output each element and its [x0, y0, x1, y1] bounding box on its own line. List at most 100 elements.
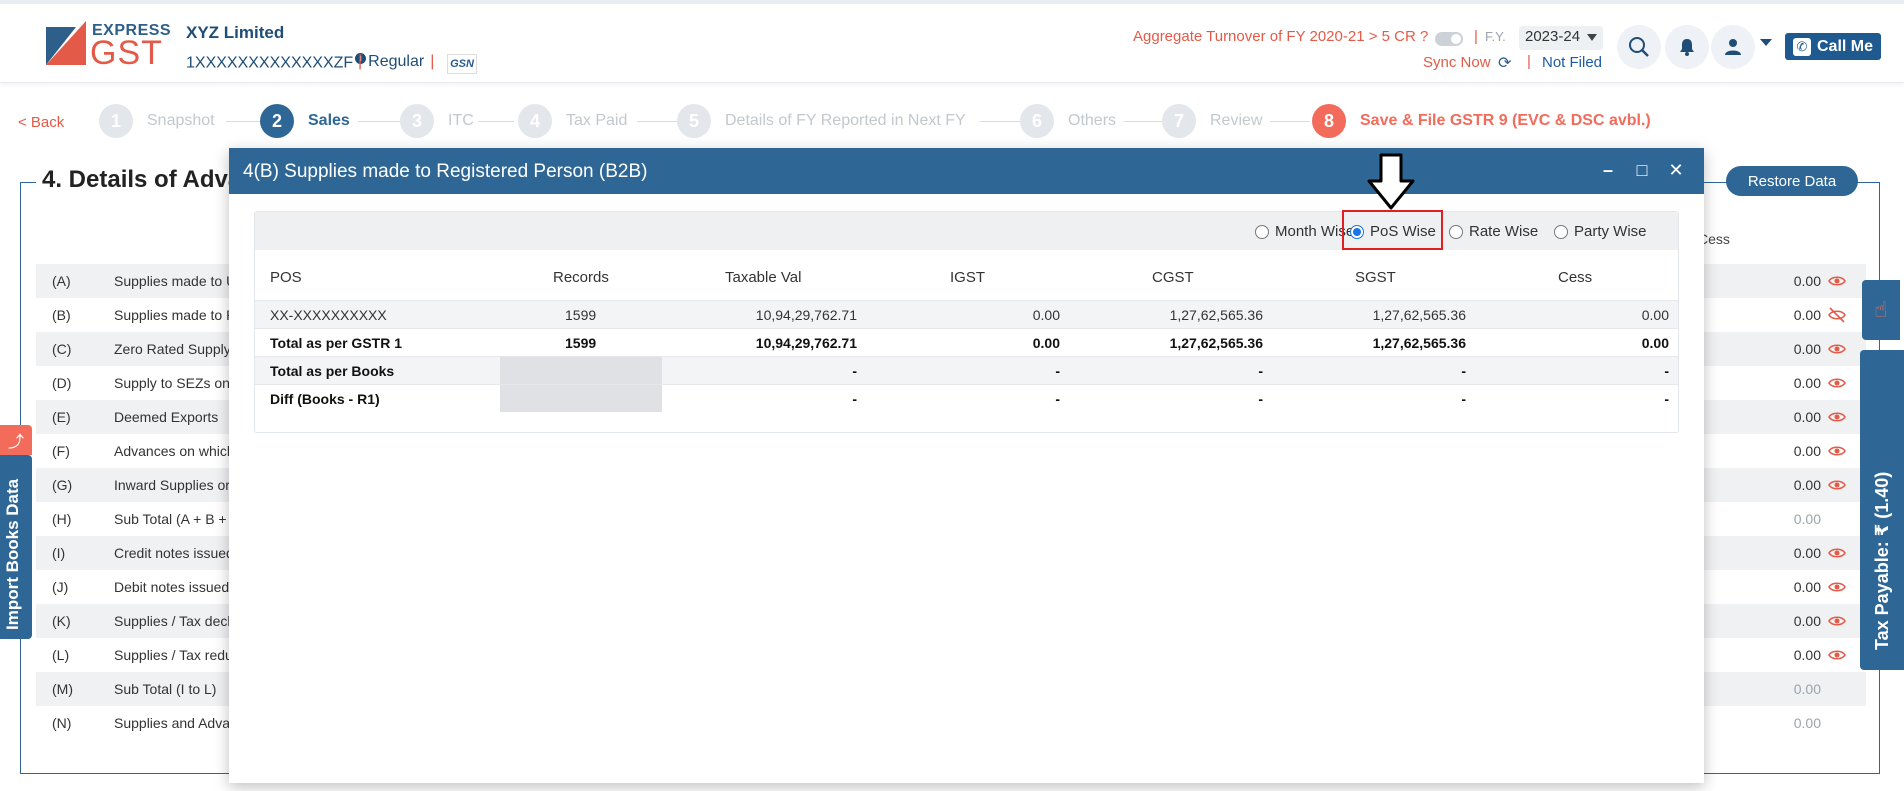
gsn-logo-icon[interactable]: GSN — [447, 54, 477, 74]
back-link[interactable]: < Back — [18, 114, 64, 131]
sync-now-link[interactable]: Sync Now — [1423, 54, 1491, 71]
refresh-icon[interactable]: ⟳ — [1498, 53, 1511, 73]
table-row: XX-XXXXXXXXXX 1599 10,94,29,762.71 0.00 … — [255, 300, 1678, 328]
cell-cess: - — [1664, 391, 1669, 407]
gstin: 1XXXXXXXXXXXXXZF i — [186, 53, 367, 72]
step-number: 5 — [677, 104, 711, 138]
eye-icon[interactable] — [1828, 375, 1846, 391]
tax-payable-tab[interactable]: Tax Payable: ₹ (1.40) — [1860, 350, 1904, 670]
step-label: ITC — [448, 112, 474, 129]
row-description: Supply to SEZs on — [114, 375, 230, 391]
cell-sgst: 1,27,62,565.36 — [1372, 307, 1466, 323]
step-next-fy-details[interactable]: 5 Details of FY Reported in Next FY — [677, 104, 966, 138]
step-tax-paid[interactable]: 4 Tax Paid — [518, 104, 627, 138]
step-number: 3 — [400, 104, 434, 138]
caret-down-icon — [1587, 34, 1597, 41]
eye-icon[interactable] — [1828, 613, 1846, 629]
cell-taxable: - — [852, 391, 857, 407]
step-label: Save & File GSTR 9 (EVC & DSC avbl.) — [1360, 112, 1651, 129]
minimize-button[interactable]: – — [1596, 158, 1620, 182]
eye-icon[interactable] — [1828, 443, 1846, 459]
row-cess-value: 0.00 — [1793, 647, 1821, 663]
step-label: Sales — [308, 112, 350, 129]
tax-payable-label: Tax Payable: ₹ (1.40) — [1872, 471, 1892, 650]
row-cess-value: 0.00 — [1793, 375, 1821, 391]
column-header-records: Records — [553, 269, 609, 286]
cell-records: 1599 — [565, 307, 597, 323]
eye-icon[interactable] — [1828, 545, 1846, 561]
eye-icon[interactable] — [1828, 273, 1846, 289]
step-number: 4 — [518, 104, 552, 138]
filing-status[interactable]: Not Filed — [1542, 54, 1602, 71]
restore-data-button[interactable]: Restore Data — [1726, 166, 1858, 196]
cell-cess: - — [1664, 363, 1669, 379]
cell-pos: Total as per GSTR 1 — [270, 335, 402, 351]
row-description: Debit notes issued — [114, 579, 230, 595]
search-gstin-button[interactable] — [1617, 25, 1661, 69]
step-number: 7 — [1162, 104, 1196, 138]
maximize-button[interactable]: □ — [1630, 158, 1654, 182]
records-input-cell[interactable] — [500, 357, 662, 384]
import-books-icon[interactable]: ⤴ — [0, 425, 32, 455]
notifications-button[interactable] — [1665, 25, 1709, 69]
taxpayer-type: | Regular | — [352, 53, 440, 71]
records-input-cell[interactable] — [500, 385, 662, 412]
row-description: Sub Total (I to L) — [114, 681, 217, 697]
step-connector — [358, 121, 400, 122]
cell-pos: XX-XXXXXXXXXX — [270, 307, 387, 323]
call-me-button[interactable]: ✆ Call Me — [1785, 33, 1881, 60]
cell-igst: - — [1055, 391, 1060, 407]
row-description: Credit notes issued — [114, 545, 234, 561]
cell-sgst: - — [1461, 363, 1466, 379]
eye-icon[interactable] — [1828, 477, 1846, 493]
cell-pos: Total as per Books — [270, 363, 395, 379]
turnover-toggle[interactable] — [1435, 32, 1463, 46]
step-label: Others — [1068, 112, 1117, 129]
row-code: (F) — [52, 443, 70, 459]
cell-sgst: 1,27,62,565.36 — [1372, 335, 1466, 351]
cell-cgst: 1,27,62,565.36 — [1169, 335, 1263, 351]
bell-icon — [1680, 39, 1694, 56]
eye-icon[interactable] — [1828, 647, 1846, 663]
step-snapshot[interactable]: 1 Snapshot — [99, 104, 215, 138]
radio-label: Party Wise — [1574, 223, 1647, 240]
import-books-tab[interactable]: Import Books Data — [0, 455, 32, 639]
row-cess-value: 0.00 — [1793, 579, 1821, 595]
step-others[interactable]: 6 Others — [1020, 104, 1116, 138]
step-review[interactable]: 7 Review — [1162, 104, 1262, 138]
company-name: XYZ Limited — [186, 23, 285, 42]
step-number: 6 — [1020, 104, 1054, 138]
hand-pointer-icon[interactable]: ☝ — [1862, 280, 1900, 340]
row-cess-value: 0.00 — [1793, 443, 1821, 459]
row-code: (L) — [52, 647, 70, 663]
column-header-igst: IGST — [950, 269, 986, 286]
eye-off-icon[interactable] — [1828, 307, 1846, 323]
pos-summary-panel: Month Wise PoS Wise Rate Wise Party Wise… — [254, 211, 1679, 433]
step-sales[interactable]: 2 Sales — [260, 104, 350, 138]
radio-party-wise[interactable]: Party Wise — [1554, 223, 1647, 240]
eye-icon[interactable] — [1828, 409, 1846, 425]
radio-rate-wise[interactable]: Rate Wise — [1449, 223, 1538, 240]
step-itc[interactable]: 3 ITC — [400, 104, 474, 138]
row-code: (N) — [52, 715, 72, 731]
table-row: Total as per Books - - - - - — [255, 356, 1678, 384]
step-save-file[interactable]: 8 Save & File GSTR 9 (EVC & DSC avbl.) — [1312, 104, 1651, 138]
gstin-value: 1XXXXXXXXXXXXXZF — [186, 54, 354, 72]
eye-icon[interactable] — [1828, 341, 1846, 357]
row-cess-value: 0.00 — [1793, 409, 1821, 425]
close-button[interactable]: ✕ — [1664, 158, 1688, 182]
row-description: Zero Rated Supply — [114, 341, 231, 357]
row-description: Supplies / Tax decl — [114, 613, 231, 629]
row-cess-value: 0.00 — [1793, 341, 1821, 357]
user-menu-button[interactable] — [1711, 25, 1755, 69]
logo-gst-text: GST — [90, 34, 163, 72]
radio-month-wise[interactable]: Month Wise — [1255, 223, 1354, 240]
row-cess-value: 0.00 — [1793, 681, 1821, 697]
eye-icon[interactable] — [1828, 579, 1846, 595]
turnover-question: Aggregate Turnover of FY 2020-21 > 5 CR … — [1133, 28, 1429, 45]
step-connector — [226, 121, 260, 122]
chevron-down-icon[interactable] — [1760, 39, 1772, 46]
step-label: Tax Paid — [566, 112, 628, 129]
row-description: Sub Total (A + B + — [114, 511, 227, 527]
fy-select[interactable]: 2023-24 — [1519, 26, 1603, 50]
